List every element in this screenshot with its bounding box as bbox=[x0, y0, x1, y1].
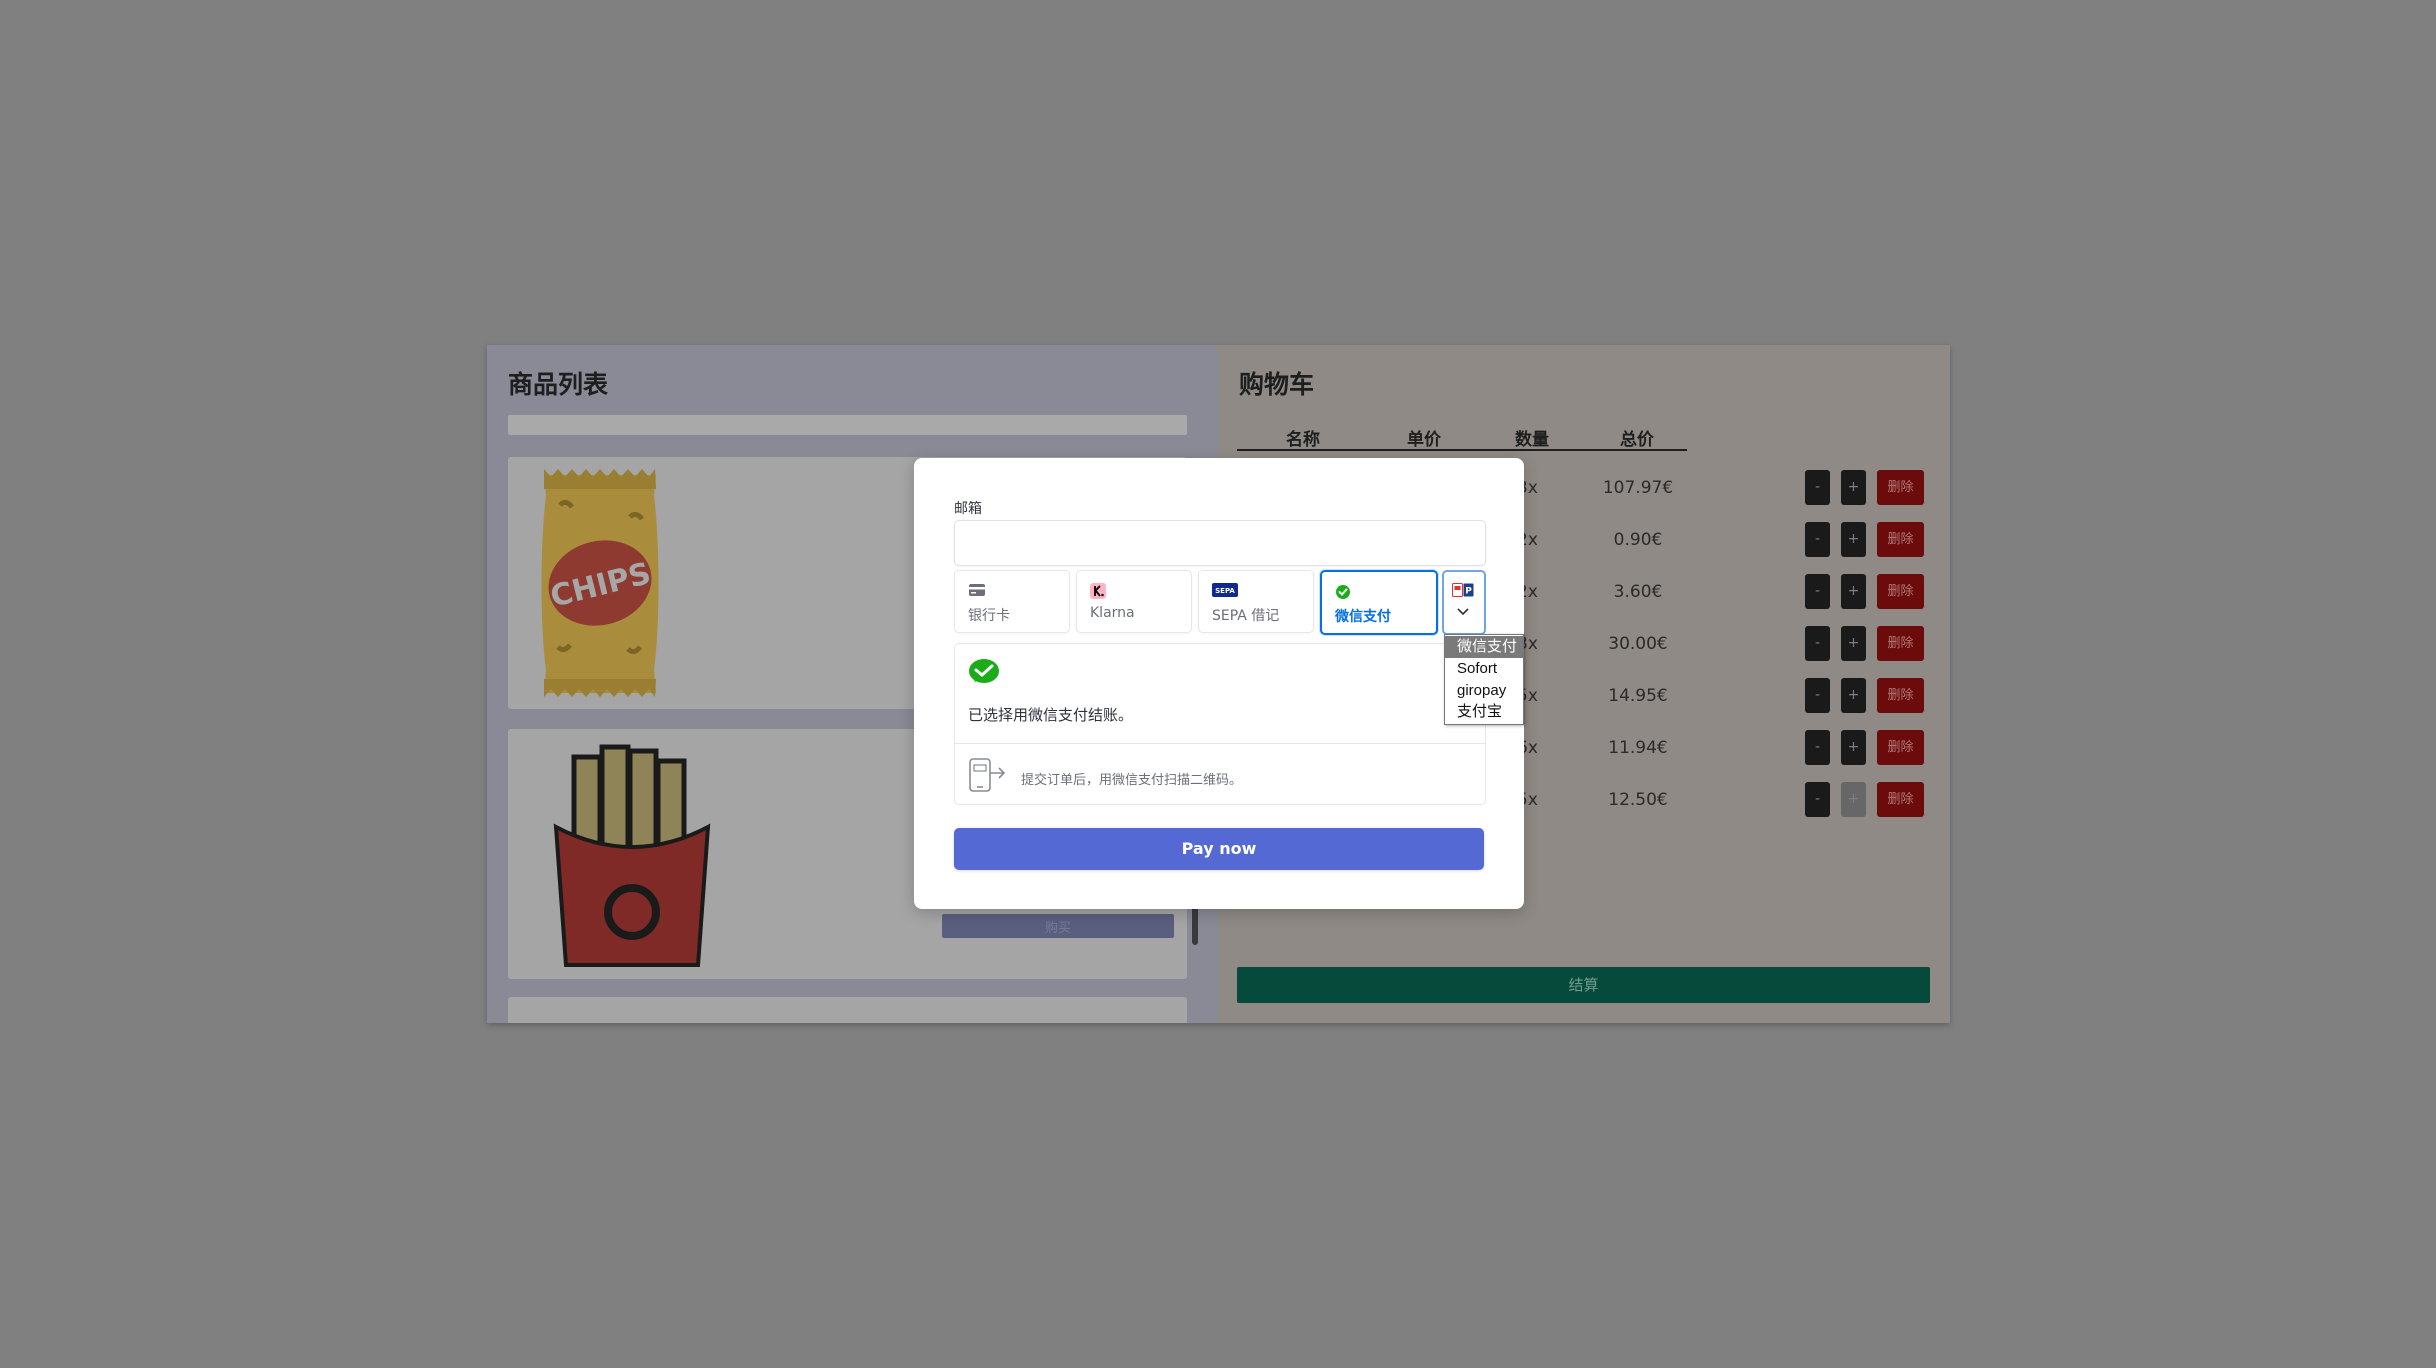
email-input[interactable] bbox=[954, 520, 1486, 566]
delete-button[interactable]: 删除 bbox=[1877, 522, 1924, 557]
payment-tab-label: 银行卡 bbox=[968, 608, 1010, 624]
increase-button[interactable]: + bbox=[1841, 782, 1866, 817]
cart-row-total: 11.94€ bbox=[1608, 738, 1668, 758]
decrease-button[interactable]: - bbox=[1805, 626, 1830, 661]
cart-row-total: 107.97€ bbox=[1602, 478, 1674, 498]
dropdown-option-wechat-pay[interactable]: 微信支付 bbox=[1445, 636, 1523, 658]
col-qty: 数量 bbox=[1515, 430, 1549, 450]
klarna-icon bbox=[1090, 583, 1106, 599]
pay-now-button[interactable]: Pay now bbox=[954, 828, 1484, 870]
increase-button[interactable]: + bbox=[1841, 470, 1866, 505]
decrease-button[interactable]: - bbox=[1805, 522, 1830, 557]
svg-text:SEPA: SEPA bbox=[1215, 587, 1235, 595]
decrease-button[interactable]: - bbox=[1805, 470, 1830, 505]
cart-row-total: 12.50€ bbox=[1608, 790, 1668, 810]
redirect-phone-icon bbox=[969, 758, 1006, 792]
payment-tab-klarna[interactable]: Klarna bbox=[1076, 570, 1192, 633]
card-icon bbox=[969, 584, 985, 596]
header-divider bbox=[1237, 449, 1687, 451]
increase-button[interactable]: + bbox=[1841, 678, 1866, 713]
col-name: 名称 bbox=[1286, 430, 1320, 450]
delete-button[interactable]: 删除 bbox=[1877, 782, 1924, 817]
increase-button[interactable]: + bbox=[1841, 522, 1866, 557]
cart-title: 购物车 bbox=[1239, 370, 1315, 399]
buy-button[interactable]: 购买 bbox=[942, 914, 1174, 938]
svg-text:P: P bbox=[1465, 587, 1472, 597]
alipay-icon: P bbox=[1452, 583, 1474, 597]
checkout-button[interactable]: 结算 bbox=[1237, 967, 1930, 1003]
email-label: 邮箱 bbox=[954, 501, 982, 517]
delete-button[interactable]: 删除 bbox=[1877, 730, 1924, 765]
scrollbar-thumb[interactable] bbox=[1192, 905, 1198, 945]
chevron-down-icon bbox=[1457, 608, 1469, 616]
payment-method-dropdown[interactable]: 微信支付 Sofort giropay 支付宝 bbox=[1444, 634, 1524, 725]
wechat-pay-details: 已选择用微信支付结账。 提交订单后，用微信支付扫描二维码。 bbox=[954, 643, 1486, 805]
dropdown-option-alipay[interactable]: 支付宝 bbox=[1445, 701, 1523, 723]
payment-tab-label: Klarna bbox=[1090, 605, 1135, 621]
payment-tab-label: 微信支付 bbox=[1335, 609, 1391, 625]
sepa-icon: SEPA bbox=[1212, 583, 1238, 597]
qr-instruction-text: 提交订单后，用微信支付扫描二维码。 bbox=[1021, 773, 1243, 788]
delete-button[interactable]: 删除 bbox=[1877, 626, 1924, 661]
wechat-pay-icon bbox=[969, 659, 999, 683]
delete-button[interactable]: 删除 bbox=[1877, 678, 1924, 713]
selected-method-text: 已选择用微信支付结账。 bbox=[968, 706, 1134, 724]
cart-row-total: 14.95€ bbox=[1608, 686, 1668, 706]
divider bbox=[955, 743, 1485, 744]
payment-tab-label: SEPA 借记 bbox=[1212, 608, 1280, 624]
increase-button[interactable]: + bbox=[1841, 626, 1866, 661]
wechat-pay-icon bbox=[1336, 585, 1350, 599]
cart-table-header: 名称 单价 数量 总价 bbox=[1237, 425, 1687, 451]
col-total: 总价 bbox=[1620, 430, 1654, 450]
fries-image bbox=[553, 744, 711, 967]
decrease-button[interactable]: - bbox=[1805, 782, 1830, 817]
increase-button[interactable]: + bbox=[1841, 574, 1866, 609]
col-price: 单价 bbox=[1407, 430, 1441, 450]
delete-button[interactable]: 删除 bbox=[1877, 574, 1924, 609]
payment-tab-wechat-pay[interactable]: 微信支付 bbox=[1320, 570, 1438, 635]
cart-row-total: 30.00€ bbox=[1608, 634, 1668, 654]
increase-button[interactable]: + bbox=[1841, 730, 1866, 765]
dropdown-option-sofort[interactable]: Sofort bbox=[1445, 658, 1523, 680]
decrease-button[interactable]: - bbox=[1805, 574, 1830, 609]
dropdown-option-giropay[interactable]: giropay bbox=[1445, 680, 1523, 702]
chips-image: CHIPS bbox=[541, 469, 659, 697]
product-card bbox=[508, 997, 1187, 1023]
payment-tab-sepa[interactable]: SEPA SEPA 借记 bbox=[1198, 570, 1314, 633]
cart-row-total: 0.90€ bbox=[1613, 530, 1663, 550]
product-filter-bar[interactable] bbox=[508, 415, 1187, 435]
cart-row-total: 3.60€ bbox=[1613, 582, 1663, 602]
decrease-button[interactable]: - bbox=[1805, 678, 1830, 713]
more-payment-methods-button[interactable]: P bbox=[1442, 570, 1486, 635]
product-list-title: 商品列表 bbox=[508, 370, 609, 399]
payment-tab-card[interactable]: 银行卡 bbox=[954, 570, 1070, 633]
decrease-button[interactable]: - bbox=[1805, 730, 1830, 765]
delete-button[interactable]: 删除 bbox=[1877, 470, 1924, 505]
payment-modal: 邮箱 银行卡 Klarna SEPA SEPA 借记 微信支付 P 已选择用微信… bbox=[914, 458, 1524, 909]
